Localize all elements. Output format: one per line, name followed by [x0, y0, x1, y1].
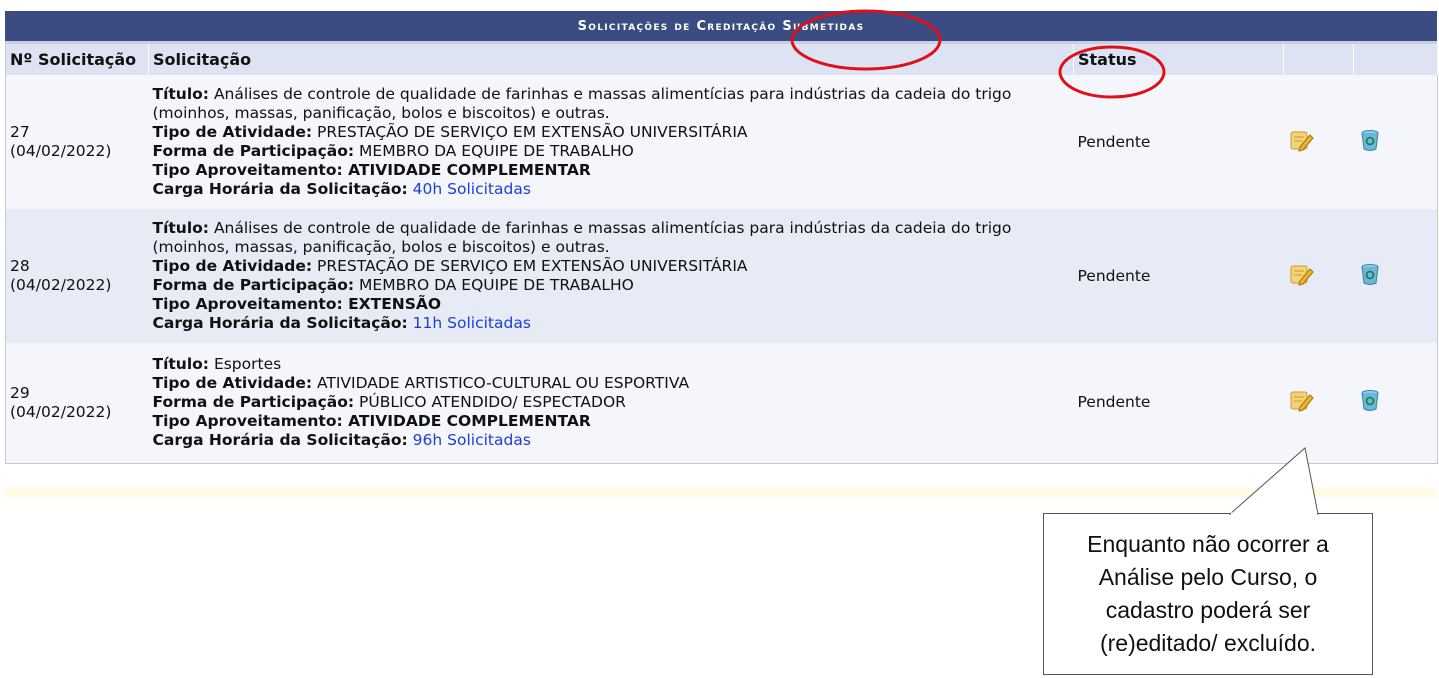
request-details-cell: Título: Análises de controle de qualidad…: [148, 75, 1074, 209]
carga-horaria-link[interactable]: 40h Solicitadas: [413, 180, 531, 198]
request-details-cell: Título: Análises de controle de qualidad…: [148, 209, 1074, 343]
col-header-solicitacao: Solicitação: [148, 44, 1074, 75]
tipo-atividade-label: Tipo de Atividade:: [152, 374, 313, 393]
trash-icon[interactable]: [1358, 129, 1382, 156]
col-header-status: Status: [1073, 44, 1284, 75]
table-row: 27 (04/02/2022) Título: Análises de cont…: [5, 75, 1438, 209]
delete-cell: [1353, 209, 1438, 343]
callout-box: Enquanto não ocorrer a Análise pelo Curs…: [1043, 513, 1373, 675]
carga-horaria-label: Carga Horária da Solicitação:: [152, 431, 408, 450]
tipo-atividade-value: PRESTAÇÃO DE SERVIÇO EM EXTENSÃO UNIVERS…: [316, 257, 748, 275]
forma-participacao-value: MEMBRO DA EQUIPE DE TRABALHO: [359, 276, 634, 294]
requests-table: Nº Solicitação Solicitação Status 27 (04…: [5, 44, 1438, 464]
edit-icon[interactable]: [1288, 131, 1314, 156]
panel-title: Solicitações de Creditação Submetidas: [5, 11, 1437, 44]
titulo-label: Título:: [152, 85, 210, 103]
titulo-value: Análises de controle de qualidade de far…: [152, 85, 1012, 122]
request-date: (04/02/2022): [10, 276, 112, 294]
titulo-value: Análises de controle de qualidade de far…: [152, 219, 1012, 256]
aproveitamento-value: ATIVIDADE COMPLEMENTAR: [348, 161, 591, 179]
edit-cell: [1283, 209, 1354, 343]
edit-icon[interactable]: [1288, 265, 1314, 290]
aproveitamento-label: Tipo Aproveitamento:: [152, 295, 343, 313]
titulo-label: Título:: [152, 355, 210, 374]
request-number: 28: [10, 257, 30, 275]
forma-participacao-label: Forma de Participação:: [152, 276, 355, 294]
carga-horaria-link[interactable]: 11h Solicitadas: [413, 314, 531, 332]
trash-icon[interactable]: [1358, 263, 1382, 290]
trash-icon[interactable]: [1358, 390, 1382, 416]
status-cell: Pendente: [1073, 343, 1284, 463]
aproveitamento-label: Tipo Aproveitamento:: [152, 161, 343, 179]
carga-horaria-label: Carga Horária da Solicitação:: [152, 180, 408, 198]
request-number-cell: 29 (04/02/2022): [5, 343, 149, 463]
aproveitamento-value: ATIVIDADE COMPLEMENTAR: [348, 412, 591, 431]
status-cell: Pendente: [1073, 209, 1284, 343]
tipo-atividade-value: PRESTAÇÃO DE SERVIÇO EM EXTENSÃO UNIVERS…: [316, 123, 748, 141]
titulo-value: Esportes: [213, 355, 282, 374]
tipo-atividade-label: Tipo de Atividade:: [152, 257, 313, 275]
request-number-cell: 28 (04/02/2022): [5, 209, 149, 343]
col-header-edit: [1283, 44, 1354, 75]
request-number: 27: [10, 123, 30, 141]
edit-cell: [1283, 75, 1354, 209]
edit-cell: [1283, 343, 1354, 463]
tipo-atividade-value: ATIVIDADE ARTISTICO-CULTURAL OU ESPORTIV…: [316, 374, 690, 393]
request-date: (04/02/2022): [10, 142, 112, 160]
table-row: 29 (04/02/2022) Título: Esportes Tipo de…: [5, 343, 1438, 463]
carga-horaria-link[interactable]: 96h Solicitadas: [413, 431, 531, 449]
forma-participacao-value: PÚBLICO ATENDIDO/ ESPECTADOR: [359, 393, 626, 412]
table-header-row: Nº Solicitação Solicitação Status: [5, 44, 1438, 75]
footer-strip: [5, 487, 1437, 497]
aproveitamento-value: EXTENSÃO: [348, 295, 442, 313]
col-header-numero: Nº Solicitação: [5, 44, 149, 75]
request-date: (04/02/2022): [10, 402, 112, 421]
status-cell: Pendente: [1073, 75, 1284, 209]
request-number: 29: [10, 383, 30, 402]
delete-cell: [1353, 343, 1438, 463]
request-number-cell: 27 (04/02/2022): [5, 75, 149, 209]
tipo-atividade-label: Tipo de Atividade:: [152, 123, 313, 141]
table-row: 28 (04/02/2022) Título: Análises de cont…: [5, 209, 1438, 343]
carga-horaria-label: Carga Horária da Solicitação:: [152, 314, 408, 332]
titulo-label: Título:: [152, 219, 210, 237]
edit-icon[interactable]: [1288, 391, 1314, 416]
forma-participacao-label: Forma de Participação:: [152, 393, 355, 412]
forma-participacao-value: MEMBRO DA EQUIPE DE TRABALHO: [359, 142, 634, 160]
col-header-delete: [1353, 44, 1438, 75]
aproveitamento-label: Tipo Aproveitamento:: [152, 412, 343, 431]
delete-cell: [1353, 75, 1438, 209]
requests-panel: Solicitações de Creditação Submetidas Nº…: [5, 11, 1438, 464]
request-details-cell: Título: Esportes Tipo de Atividade: ATIV…: [148, 343, 1074, 463]
forma-participacao-label: Forma de Participação:: [152, 142, 355, 160]
callout-text: Enquanto não ocorrer a Análise pelo Curs…: [1087, 531, 1329, 656]
